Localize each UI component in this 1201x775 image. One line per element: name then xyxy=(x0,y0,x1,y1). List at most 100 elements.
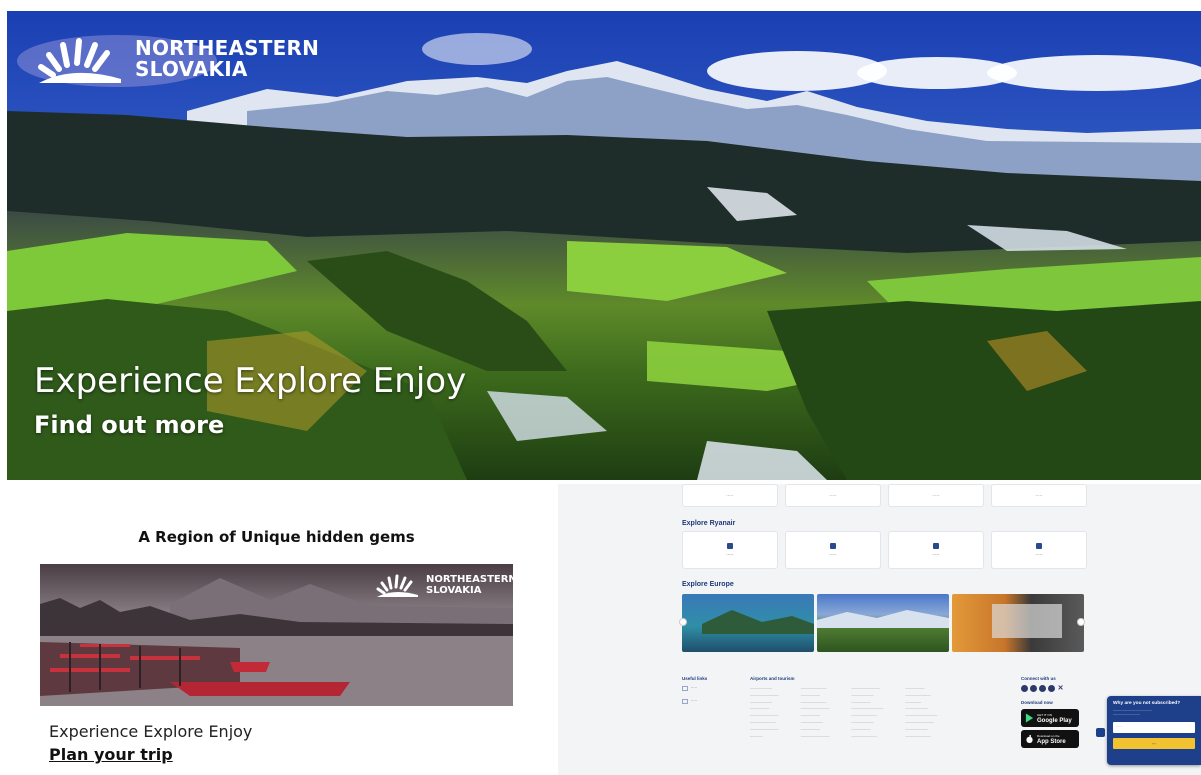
airport-link[interactable]: ——————— xyxy=(851,692,883,699)
airport-link[interactable]: ——————— xyxy=(750,685,779,692)
airport-link[interactable]: ———————— xyxy=(851,712,883,719)
airport-link[interactable]: ————————— xyxy=(750,712,779,719)
top-tile[interactable]: ····· xyxy=(785,484,881,507)
brand-line-1: NORTHEASTERN xyxy=(135,36,320,60)
airport-link[interactable]: ————————— xyxy=(801,733,830,740)
google-play-badge[interactable]: GET IT ON Google Play xyxy=(1021,709,1079,727)
airport-link[interactable]: ———————— xyxy=(801,699,830,706)
useful-links-heading: Useful links xyxy=(682,676,708,681)
destination-card[interactable] xyxy=(817,594,949,652)
airport-link[interactable]: ————————— xyxy=(750,726,779,733)
airport-link[interactable]: ———————— xyxy=(905,733,937,740)
promo-subtitle: Experience Explore Enjoy xyxy=(49,722,253,741)
interior-image xyxy=(992,604,1062,638)
airport-link[interactable]: —————————— xyxy=(851,705,883,712)
airport-link[interactable]: ———— xyxy=(750,733,779,740)
ryanair-tile[interactable]: ····· xyxy=(991,531,1087,569)
airports-column: Airports and tourism ——————— ————————— —… xyxy=(750,676,937,739)
x-icon[interactable]: ✕ xyxy=(1057,685,1064,692)
useful-link[interactable]: ····· xyxy=(682,698,707,705)
brand-name: NORTHEASTERN SLOVAKIA xyxy=(135,38,319,80)
promo-brand-line-1: NORTHEASTERN xyxy=(426,574,513,585)
explore-ryanair-tiles: ····· ····· ····· ····· xyxy=(682,531,1087,569)
airport-link[interactable]: —————— xyxy=(905,685,937,692)
app-store-label: App Store xyxy=(1037,739,1066,745)
top-tile[interactable]: ····· xyxy=(888,484,984,507)
destination-card[interactable] xyxy=(682,594,814,652)
airport-link[interactable]: —————— xyxy=(801,712,830,719)
explore-europe-heading: Explore Europe xyxy=(682,581,734,588)
airport-link[interactable]: —————— xyxy=(801,692,830,699)
chat-icon[interactable] xyxy=(1096,728,1105,737)
brand-logo[interactable]: NORTHEASTERN SLOVAKIA xyxy=(33,33,319,85)
top-tile-row: ····· ····· ····· ····· xyxy=(682,484,1087,507)
newsletter-signup-button[interactable]: ··· xyxy=(1113,738,1195,749)
airport-link[interactable]: —————— xyxy=(801,726,830,733)
plan-your-trip-link[interactable]: Plan your trip xyxy=(49,745,173,764)
airport-link[interactable]: ————————— xyxy=(851,685,883,692)
connect-heading: Connect with us xyxy=(1021,676,1056,681)
airport-link[interactable]: ———————— xyxy=(905,692,937,699)
mountain-village-image xyxy=(817,610,949,628)
ryanair-tile[interactable]: ····· xyxy=(888,531,984,569)
app-store-badge[interactable]: Download on the App Store xyxy=(1021,730,1079,748)
tile-icon xyxy=(933,543,939,549)
social-icons: ✕ xyxy=(1021,685,1079,692)
airport-link[interactable]: ————————— xyxy=(801,705,830,712)
connect-column: Connect with us ✕ Download now GET IT ON… xyxy=(1021,676,1079,751)
explore-ryanair-heading: Explore Ryanair xyxy=(682,520,736,527)
airport-link[interactable]: ——————— xyxy=(851,719,883,726)
sunburst-logo-icon xyxy=(376,574,418,597)
airport-link[interactable]: ———————— xyxy=(801,685,830,692)
download-heading: Download now xyxy=(1021,700,1053,705)
airports-heading: Airports and tourism xyxy=(750,676,795,681)
instagram-icon[interactable] xyxy=(1030,685,1037,692)
airports-link-grid: ——————— ————————— ——————— —————— ———————… xyxy=(750,685,937,739)
embedded-website-screenshot: ····· ····· ····· ····· Explore Ryanair … xyxy=(558,484,1201,775)
airport-link[interactable]: ————— xyxy=(905,699,937,706)
airport-link[interactable]: ———————— xyxy=(851,733,883,740)
airport-link[interactable]: ——————— xyxy=(801,719,830,726)
brand-line-2: SLOVAKIA xyxy=(135,57,248,81)
useful-link[interactable]: ····· xyxy=(682,685,707,692)
ryanair-tile[interactable]: ····· xyxy=(785,531,881,569)
airport-link[interactable]: ————————— xyxy=(905,719,937,726)
newsletter-popup: Why are you not subscribed? ————————————… xyxy=(1107,696,1201,765)
airport-link[interactable]: ——————— xyxy=(905,726,937,733)
destination-card[interactable] xyxy=(952,594,1084,652)
promo-brand-line-2: SLOVAKIA xyxy=(426,585,482,596)
carousel-next-button[interactable] xyxy=(1077,618,1085,626)
airports-link-list: ———————— —————— ———————— ————————— —————… xyxy=(801,685,830,739)
tiktok-icon[interactable] xyxy=(1048,685,1055,692)
hero-title: Experience Explore Enjoy xyxy=(34,361,467,401)
airports-link-list: ————————— ——————— —————— —————————— ————… xyxy=(851,685,883,739)
airport-link[interactable]: ——————— xyxy=(750,699,779,706)
find-out-more-link[interactable]: Find out more xyxy=(34,411,224,439)
youtube-icon[interactable] xyxy=(1039,685,1046,692)
ryanair-tile[interactable]: ····· xyxy=(682,531,778,569)
region-heading: A Region of Unique hidden gems xyxy=(138,528,415,546)
newsletter-email-input[interactable]: ····· xyxy=(1113,722,1195,733)
newsletter-question: Why are you not subscribed? xyxy=(1113,701,1181,706)
promo-brand-logo: NORTHEASTERN SLOVAKIA xyxy=(374,572,513,598)
airports-link-list: ——————— ————————— ——————— —————— ———————… xyxy=(750,685,779,739)
promo-image: NORTHEASTERN SLOVAKIA xyxy=(40,564,513,706)
airport-link[interactable]: —————— xyxy=(851,699,883,706)
airports-link-list: —————— ———————— ————— ——————— ——————————… xyxy=(905,685,937,739)
apple-icon xyxy=(1026,734,1033,744)
useful-links-column: Useful links ····· ····· xyxy=(682,676,707,711)
facebook-icon[interactable] xyxy=(1021,685,1028,692)
airport-link[interactable]: ————————— xyxy=(750,692,779,699)
airport-link[interactable]: —————— xyxy=(750,705,779,712)
top-tile[interactable]: ····· xyxy=(682,484,778,507)
airport-link[interactable]: —————————— xyxy=(905,712,937,719)
airport-link[interactable]: ——————— xyxy=(905,705,937,712)
explore-europe-carousel xyxy=(682,594,1084,652)
airport-link[interactable]: —————— xyxy=(851,726,883,733)
coast-image xyxy=(702,610,814,634)
carousel-prev-button[interactable] xyxy=(679,618,687,626)
airport-link[interactable]: ———————— xyxy=(750,719,779,726)
google-play-icon xyxy=(1025,713,1034,723)
newsletter-text: ————————————— ————————— xyxy=(1113,708,1152,716)
top-tile[interactable]: ····· xyxy=(991,484,1087,507)
